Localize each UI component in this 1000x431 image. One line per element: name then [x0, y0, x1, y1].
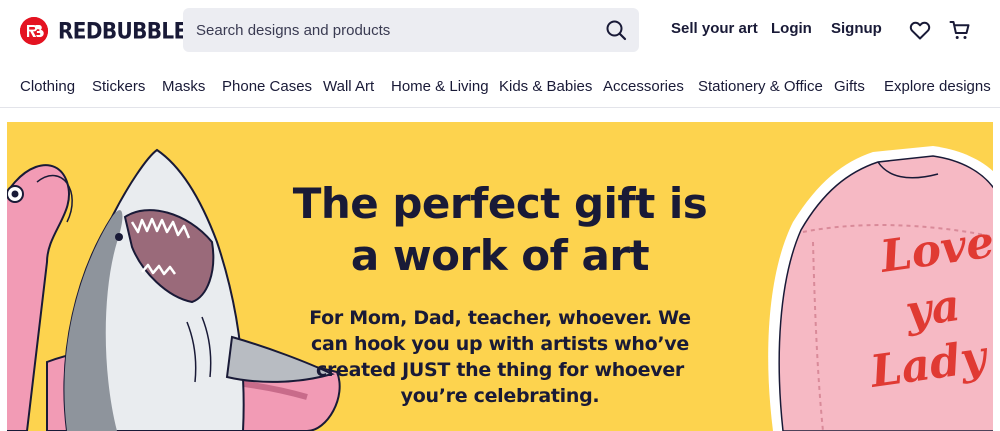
hero-banner[interactable]: The perfect gift is a work of art For Mo…	[7, 122, 993, 431]
nav-item-phone-cases[interactable]: Phone Cases	[222, 78, 312, 95]
hero-title: The perfect gift is a work of art	[292, 179, 708, 280]
signup-link[interactable]: Signup	[831, 20, 882, 37]
nav-item-clothing[interactable]: Clothing	[20, 78, 75, 95]
nav-item-masks[interactable]: Masks	[162, 78, 205, 95]
site-header: REDBUBBLE Sell your art Login Signup	[0, 0, 1000, 62]
brand-name: REDBUBBLE	[58, 17, 187, 45]
pink-jacket-illustration: Love ya Lady	[733, 122, 993, 431]
cart-icon[interactable]	[948, 18, 972, 42]
nav-item-kids-babies[interactable]: Kids & Babies	[499, 78, 592, 95]
nav-item-accessories[interactable]: Accessories	[603, 78, 684, 95]
nav-item-explore-designs[interactable]: Explore designs	[884, 78, 991, 95]
category-nav: Clothing Stickers Masks Phone Cases Wall…	[0, 62, 1000, 108]
redbubble-logo[interactable]: REDBUBBLE	[20, 17, 187, 45]
search-icon[interactable]	[605, 19, 627, 41]
redbubble-logo-icon	[20, 17, 48, 45]
nav-item-stickers[interactable]: Stickers	[92, 78, 145, 95]
login-link[interactable]: Login	[771, 20, 812, 37]
jacket-lettering-ya: ya	[901, 280, 963, 338]
search-input[interactable]	[183, 8, 593, 52]
nav-item-wall-art[interactable]: Wall Art	[323, 78, 374, 95]
hero-subtitle: For Mom, Dad, teacher, whoever. We can h…	[309, 307, 691, 407]
nav-item-gifts[interactable]: Gifts	[834, 78, 865, 95]
nav-item-home-living[interactable]: Home & Living	[391, 78, 489, 95]
heart-icon[interactable]	[908, 18, 932, 42]
search-bar	[183, 8, 639, 52]
sell-your-art-link[interactable]: Sell your art	[671, 20, 758, 37]
nav-item-stationery-office[interactable]: Stationery & Office	[698, 78, 823, 95]
